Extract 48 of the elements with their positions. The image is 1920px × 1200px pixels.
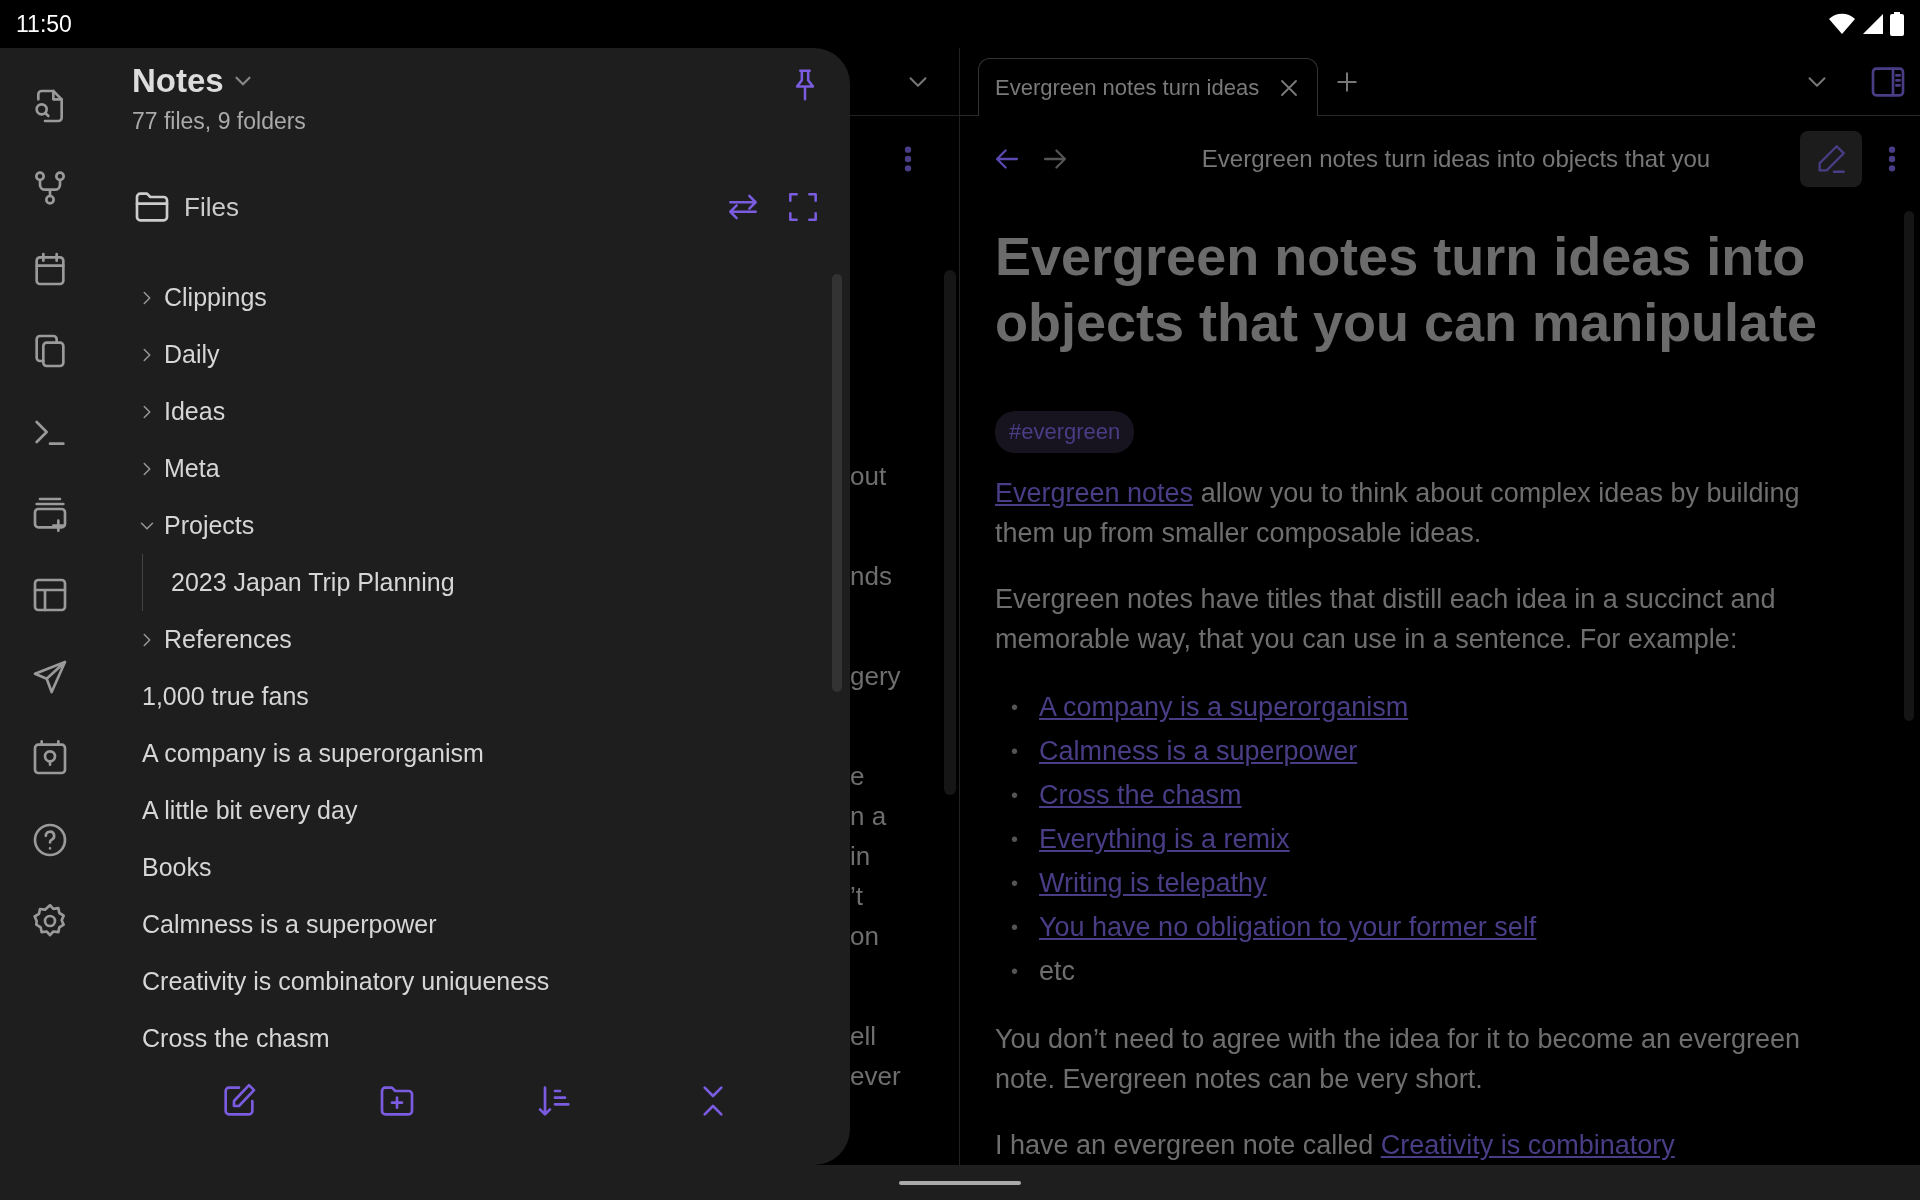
bullet: • bbox=[1011, 871, 1019, 896]
bullet: • bbox=[1011, 739, 1019, 764]
file-item[interactable]: 2023 Japan Trip Planning bbox=[143, 554, 822, 611]
vault-stats: 77 files, 9 folders bbox=[132, 108, 306, 135]
folder-item[interactable]: Meta bbox=[132, 440, 822, 497]
file-item[interactable]: A little bit every day bbox=[132, 782, 822, 839]
folder-item[interactable]: Ideas bbox=[132, 383, 822, 440]
wifi-icon bbox=[1828, 13, 1856, 35]
paragraph: Evergreen notes allow you to think about complex ideas by building them up from smaller composable ideas. bbox=[995, 477, 1801, 550]
text-fragment: ever bbox=[850, 1060, 902, 1093]
vault-switcher[interactable]: Notes bbox=[132, 62, 256, 100]
paragraph: Evergreen notes have titles that distill each idea in a succinct and memorable way, that you can use in a sentence. For example: bbox=[995, 583, 1777, 656]
file-item[interactable]: A company is a superorganism bbox=[132, 725, 822, 782]
text-fragment: out bbox=[850, 460, 888, 493]
file-item[interactable]: Calmness is a superpower bbox=[132, 896, 822, 953]
file-item[interactable]: Cross the chasm bbox=[132, 1010, 822, 1067]
text-fragment: in bbox=[850, 840, 872, 873]
note-title-bar[interactable]: Evergreen notes turn ideas into objects that you bbox=[1086, 144, 1786, 173]
list-item: etc bbox=[1039, 955, 1076, 988]
text-fragment: gery bbox=[850, 660, 902, 693]
panel-title: Files bbox=[184, 191, 239, 223]
text-fragment: e bbox=[850, 760, 866, 793]
file-item[interactable]: Books bbox=[132, 839, 822, 896]
file-item[interactable]: Creativity is combinatory uniqueness bbox=[132, 953, 822, 1010]
bullet: • bbox=[1011, 695, 1019, 720]
folder-item[interactable]: Projects bbox=[132, 497, 822, 554]
bullet: • bbox=[1011, 783, 1019, 808]
text-fragment: nds bbox=[850, 560, 893, 593]
battery-icon bbox=[1890, 12, 1904, 36]
text-fragment: n a bbox=[850, 800, 888, 833]
paragraph: I have an evergreen note called Creativity is combinatory bbox=[995, 1129, 1676, 1162]
signal-icon bbox=[1862, 13, 1884, 35]
file-item[interactable]: 1,000 true fans bbox=[132, 668, 822, 725]
text-fragment: on bbox=[850, 920, 880, 953]
folder-item[interactable]: Clippings bbox=[132, 269, 822, 326]
home-indicator[interactable] bbox=[899, 1180, 1021, 1185]
text-fragment: ’t bbox=[850, 880, 864, 913]
bullet: • bbox=[1011, 915, 1019, 940]
text-fragment: ell bbox=[850, 1020, 877, 1053]
bullet: • bbox=[1011, 959, 1019, 984]
bullet: • bbox=[1011, 827, 1019, 852]
note-heading: Evergreen notes turn ideas into objects that you can manipulate bbox=[995, 225, 1819, 354]
folder-item[interactable]: Daily bbox=[132, 326, 822, 383]
clock: 11:50 bbox=[16, 10, 72, 38]
note-tab[interactable]: Evergreen notes turn ideas bbox=[978, 58, 1318, 116]
edit-button[interactable] bbox=[1800, 130, 1862, 187]
folder-item[interactable]: References bbox=[132, 611, 822, 668]
paragraph: You don’t need to agree with the idea for it to become an evergreen note. Evergreen notes can be very short. bbox=[995, 1023, 1802, 1096]
